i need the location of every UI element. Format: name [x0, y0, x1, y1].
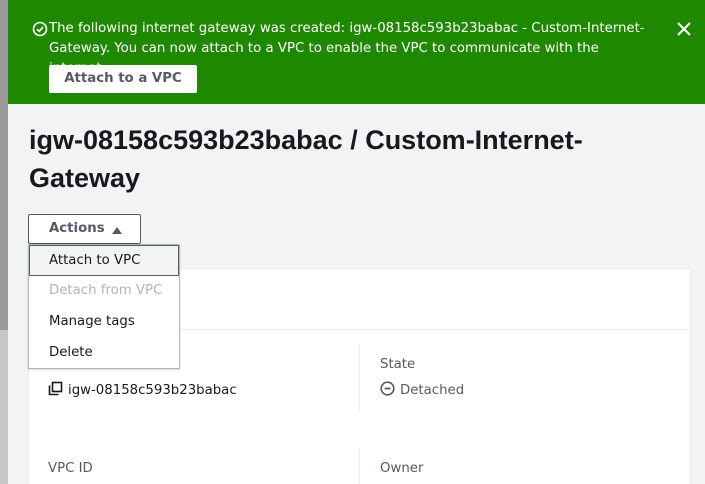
actions-label: Actions [49, 221, 105, 236]
column-divider [359, 344, 360, 410]
page-title: igw-08158c593b23babac / Custom-Internet-… [29, 125, 583, 193]
column-divider [359, 449, 360, 484]
left-scrollbar[interactable] [0, 0, 8, 484]
menu-item-attach-to-vpc[interactable]: Attach to VPC [29, 245, 179, 276]
menu-item-delete[interactable]: Delete [29, 338, 179, 369]
success-icon [32, 21, 48, 37]
actions-menu: Attach to VPC Detach from VPC Manage tag… [28, 244, 180, 369]
state-value: Detached [380, 381, 464, 400]
attach-to-vpc-button[interactable]: Attach to a VPC [49, 65, 197, 93]
success-flashbar: The following internet gateway was creat… [8, 0, 705, 104]
actions-dropdown-button[interactable]: Actions [28, 214, 141, 244]
stopped-icon [380, 381, 400, 400]
scrollbar-thumb[interactable] [0, 0, 8, 330]
copy-icon[interactable] [48, 381, 68, 400]
caret-up-icon [111, 224, 123, 234]
vpc-id-label: VPC ID [48, 461, 93, 476]
owner-label: Owner [380, 461, 424, 476]
state-label: State [380, 357, 416, 372]
internet-gateway-id-value: igw-08158c593b23babac [48, 381, 237, 400]
menu-item-detach-from-vpc: Detach from VPC [49, 283, 163, 298]
close-icon[interactable] [676, 21, 692, 37]
menu-item-manage-tags[interactable]: Manage tags [29, 307, 179, 338]
